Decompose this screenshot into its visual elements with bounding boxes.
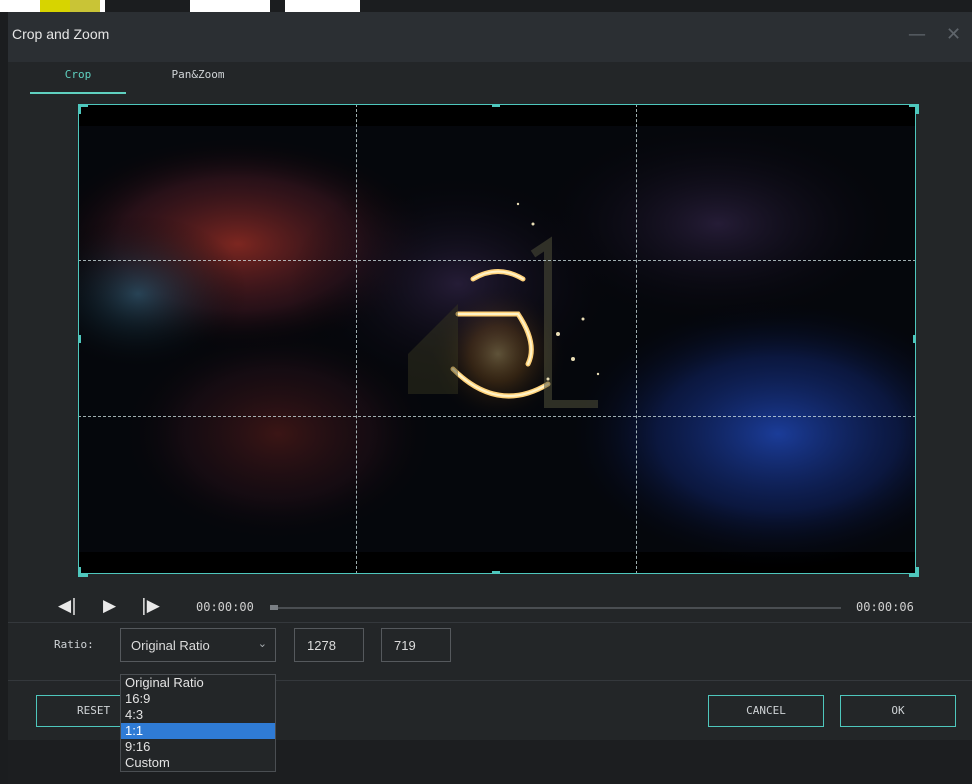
ratio-option[interactable]: 9:16	[121, 739, 275, 755]
crop-handle-bottom-left[interactable]	[78, 567, 88, 577]
crop-handle-bottom-right[interactable]	[909, 567, 919, 577]
tab-crop[interactable]: Crop	[30, 62, 126, 94]
ok-button[interactable]: OK	[840, 695, 956, 727]
prev-frame-icon[interactable]: ◀|	[58, 596, 77, 616]
background-app-edge	[0, 12, 8, 784]
ratio-dropdown-list: Original Ratio 16:9 4:3 1:1 9:16 Custom	[120, 674, 276, 772]
crop-zoom-dialog: Crop and Zoom — ✕ Crop Pan&Zoom ◀| ▶ |▶ …	[8, 12, 972, 784]
dialog-title: Crop and Zoom	[12, 26, 110, 42]
title-bar: Crop and Zoom — ✕	[8, 12, 972, 62]
grid-line-horizontal	[78, 416, 916, 417]
timeline-scrubber[interactable]	[270, 605, 278, 610]
crop-handle-bottom[interactable]	[492, 571, 500, 574]
playback-controls: ◀| ▶ |▶ 00:00:00 00:00:06	[8, 590, 972, 624]
ratio-option[interactable]: 16:9	[121, 691, 275, 707]
video-preview[interactable]	[78, 104, 916, 574]
crop-handle-top-left[interactable]	[78, 104, 88, 114]
tab-bar: Crop Pan&Zoom	[8, 62, 972, 104]
background-bar	[105, 0, 190, 12]
ratio-option[interactable]: Original Ratio	[121, 675, 275, 691]
background-swatch	[40, 0, 70, 12]
width-field[interactable]: 1278	[294, 628, 364, 662]
ratio-select-value: Original Ratio	[131, 638, 210, 653]
chevron-down-icon: ⌄	[257, 638, 267, 650]
background-bar	[270, 0, 285, 12]
background-swatch	[70, 0, 100, 12]
grid-line-horizontal	[78, 260, 916, 261]
end-time: 00:00:06	[856, 600, 914, 614]
ratio-option-highlighted[interactable]: 1:1	[121, 723, 275, 739]
current-time: 00:00:00	[196, 600, 254, 614]
minimize-button[interactable]: —	[908, 24, 926, 45]
video-frame-image	[78, 104, 916, 574]
ratio-option[interactable]: Custom	[121, 755, 275, 771]
crop-handle-top[interactable]	[492, 104, 500, 107]
background-window-strip	[0, 0, 972, 12]
background-bar	[360, 0, 972, 12]
crop-handle-left[interactable]	[78, 335, 81, 343]
grid-line-vertical	[356, 104, 357, 574]
ratio-select[interactable]: Original Ratio ⌄	[120, 628, 276, 662]
play-icon[interactable]: ▶	[103, 596, 116, 616]
height-field[interactable]: 719	[381, 628, 451, 662]
grid-line-vertical	[636, 104, 637, 574]
ratio-label: Ratio:	[54, 638, 94, 651]
timeline-track[interactable]	[276, 607, 841, 609]
crop-handle-top-right[interactable]	[909, 104, 919, 114]
ratio-option[interactable]: 4:3	[121, 707, 275, 723]
crop-handle-right[interactable]	[913, 335, 916, 343]
tab-pan-zoom[interactable]: Pan&Zoom	[148, 62, 248, 104]
next-frame-icon[interactable]: |▶	[141, 596, 160, 616]
close-button[interactable]: ✕	[946, 24, 961, 45]
cancel-button[interactable]: CANCEL	[708, 695, 824, 727]
divider	[8, 622, 972, 623]
